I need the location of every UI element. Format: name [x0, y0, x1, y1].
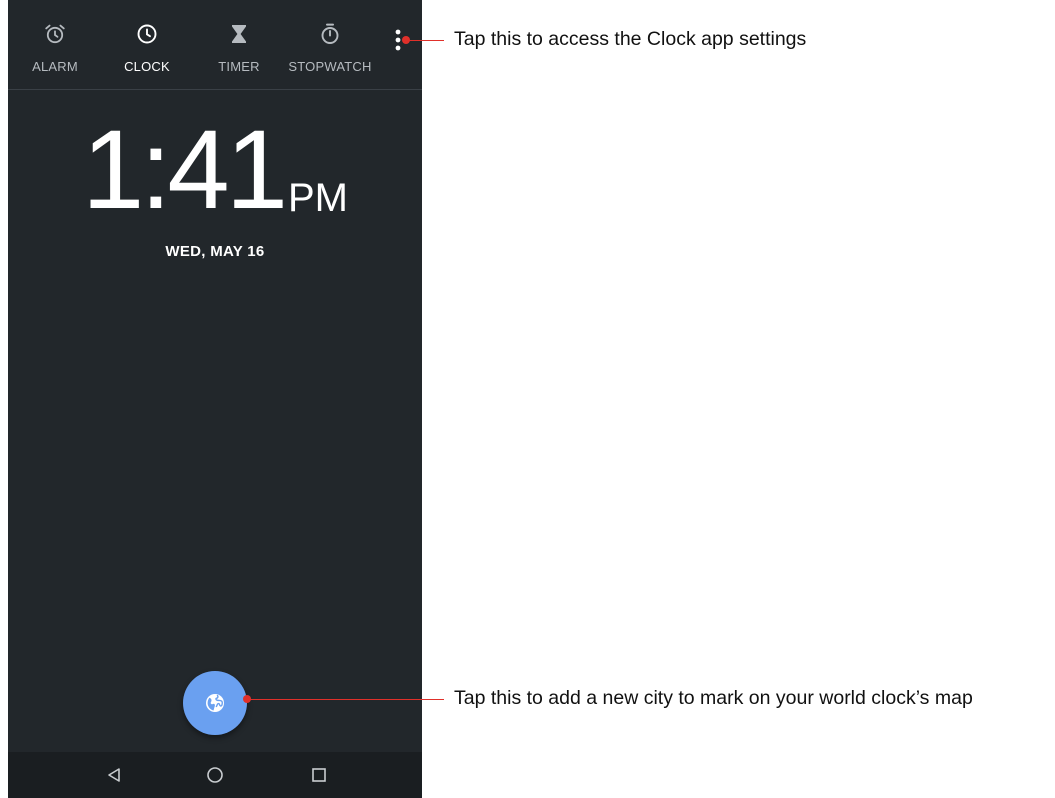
add-city-button[interactable]: [183, 671, 247, 735]
clock-time: 1:41: [82, 107, 288, 232]
settings-callout-line: [406, 40, 444, 41]
recents-icon: [312, 768, 326, 782]
add-city-callout-line: [247, 699, 444, 700]
clock-date: WED, MAY 16: [165, 243, 265, 260]
recents-button[interactable]: [306, 762, 332, 788]
digital-clock: 1:41 PM WED, MAY 16: [8, 0, 422, 300]
clock-ampm: PM: [288, 176, 348, 220]
back-icon: [108, 768, 120, 782]
home-icon: [207, 767, 223, 783]
back-button[interactable]: [101, 762, 127, 788]
home-button[interactable]: [202, 762, 228, 788]
clock-app-screen: ALARM CLOCK TIMER STOPWATCH 1:41 PM WED,…: [8, 0, 422, 798]
globe-icon: [206, 694, 224, 712]
system-nav-bar: [8, 752, 422, 798]
add-city-callout-text: Tap this to add a new city to mark on yo…: [454, 687, 973, 709]
settings-callout-text: Tap this to access the Clock app setting…: [454, 28, 807, 50]
